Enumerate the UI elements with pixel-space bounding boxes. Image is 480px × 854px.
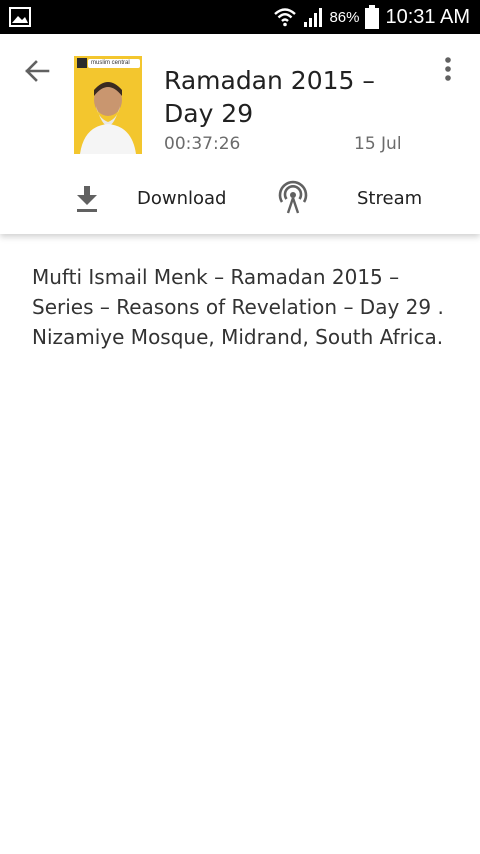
speaker-portrait-icon bbox=[74, 56, 142, 154]
status-bar-right: 86% 10:31 AM bbox=[273, 0, 470, 34]
gallery-icon bbox=[9, 7, 31, 27]
episode-header: muslim central Ramadan 2015 – Day 29 00:… bbox=[0, 34, 480, 234]
action-row: Download Stream bbox=[0, 174, 480, 224]
battery-icon bbox=[365, 5, 380, 29]
stream-button[interactable]: Stream bbox=[357, 188, 422, 209]
episode-description: Mufti Ismail Menk – Ramadan 2015 – Serie… bbox=[32, 265, 444, 349]
episode-date: 15 Jul bbox=[354, 134, 402, 154]
wifi-icon bbox=[274, 8, 297, 27]
status-time: 10:31 AM bbox=[385, 5, 470, 28]
episode-title: Ramadan 2015 – Day 29 bbox=[164, 66, 375, 128]
battery-percent: 86% bbox=[329, 8, 360, 26]
status-bar: 86% 10:31 AM bbox=[0, 0, 480, 34]
podcast-thumbnail: muslim central bbox=[74, 56, 142, 154]
episode-duration: 00:37:26 bbox=[164, 134, 241, 154]
stream-broadcast-icon[interactable] bbox=[276, 180, 310, 214]
download-button[interactable]: Download bbox=[137, 188, 226, 209]
back-arrow-icon[interactable] bbox=[22, 56, 52, 86]
more-options-icon[interactable] bbox=[432, 54, 464, 86]
thumbnail-brand-text: muslim central bbox=[91, 60, 130, 66]
download-icon[interactable] bbox=[74, 184, 100, 214]
signal-icon bbox=[304, 8, 323, 27]
